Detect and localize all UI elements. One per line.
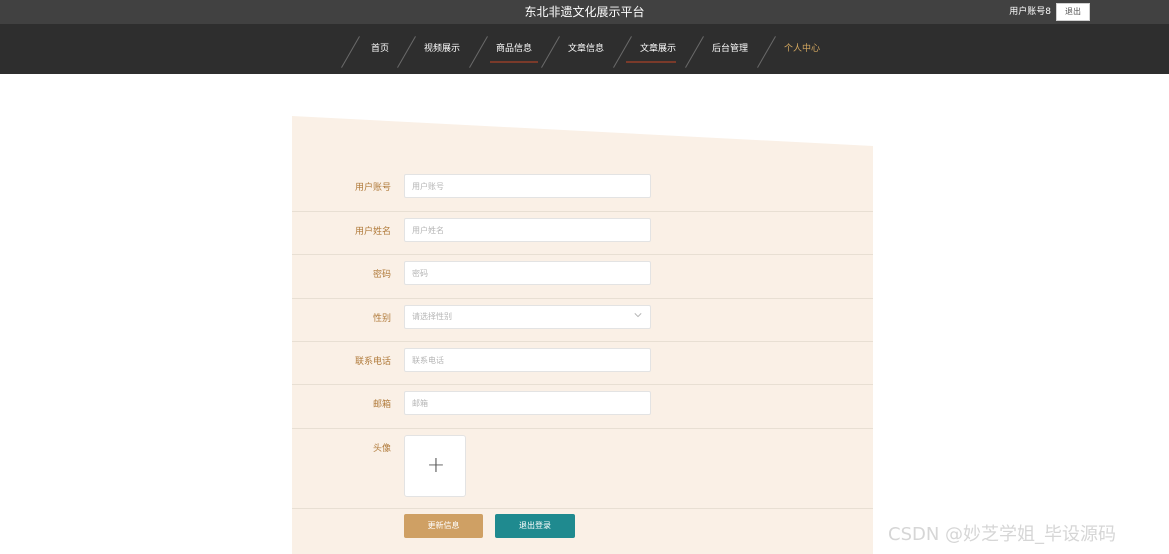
nav-divider [469, 36, 488, 68]
csdn-watermark: CSDN @妙芝学姐_毕设源码 [888, 524, 1117, 545]
form-row-phone: 联系电话 [292, 342, 873, 385]
nav-divider [613, 36, 632, 68]
nav-divider [341, 36, 360, 68]
nav-item-personal-center[interactable]: 个人中心 [778, 24, 826, 74]
form-row-avatar: 头像 + [292, 429, 873, 509]
avatar-upload[interactable]: + [404, 435, 466, 497]
phone-input[interactable] [404, 348, 651, 372]
nav-item-video[interactable]: 视频展示 [418, 24, 466, 74]
gender-select-placeholder: 请选择性别 [412, 312, 452, 321]
phone-label: 联系电话 [354, 357, 391, 367]
profile-form-panel: 用户账号 用户姓名 密码 性别 请选择性别 联系电话 邮箱 头像 + 更新信息 … [292, 116, 873, 554]
logout-account-button[interactable]: 退出登录 [495, 514, 575, 538]
form-row-account: 用户账号 [292, 166, 873, 212]
form-row-password: 密码 [292, 255, 873, 299]
logout-button[interactable]: 退出 [1056, 3, 1090, 21]
nav-item-home[interactable]: 首页 [362, 24, 398, 74]
form-row-email: 邮箱 [292, 385, 873, 429]
current-user-account: 用户账号8 [1009, 7, 1051, 17]
name-input[interactable] [404, 218, 651, 242]
main-nav: 首页 视频展示 商品信息 文章信息 文章展示 后台管理 个人中心 [0, 24, 1169, 74]
account-input[interactable] [404, 174, 651, 198]
gender-label: 性别 [372, 314, 391, 324]
name-label: 用户姓名 [354, 227, 391, 237]
nav-item-articles[interactable]: 文章信息 [562, 24, 610, 74]
form-row-gender: 性别 请选择性别 [292, 299, 873, 342]
plus-icon: + [426, 453, 446, 478]
nav-hover-underline [490, 61, 538, 63]
email-label: 邮箱 [372, 400, 391, 410]
form-row-name: 用户姓名 [292, 212, 873, 255]
password-label: 密码 [372, 270, 391, 280]
update-info-button[interactable]: 更新信息 [404, 514, 483, 538]
nav-hover-underline [626, 61, 676, 63]
avatar-label: 头像 [372, 444, 391, 454]
email-input[interactable] [404, 391, 651, 415]
nav-divider [397, 36, 416, 68]
nav-divider [541, 36, 560, 68]
nav-item-products[interactable]: 商品信息 [490, 24, 538, 74]
gender-select[interactable]: 请选择性别 [404, 305, 651, 329]
site-title: 东北非遗文化展示平台 [524, 5, 645, 19]
nav-item-article-display[interactable]: 文章展示 [634, 24, 682, 74]
nav-item-admin[interactable]: 后台管理 [706, 24, 754, 74]
account-label: 用户账号 [354, 183, 391, 193]
nav-divider [757, 36, 776, 68]
nav-divider [685, 36, 704, 68]
password-input[interactable] [404, 261, 651, 285]
top-bar: 东北非遗文化展示平台 用户账号8 退出 [0, 0, 1169, 24]
chevron-down-icon [634, 313, 642, 318]
